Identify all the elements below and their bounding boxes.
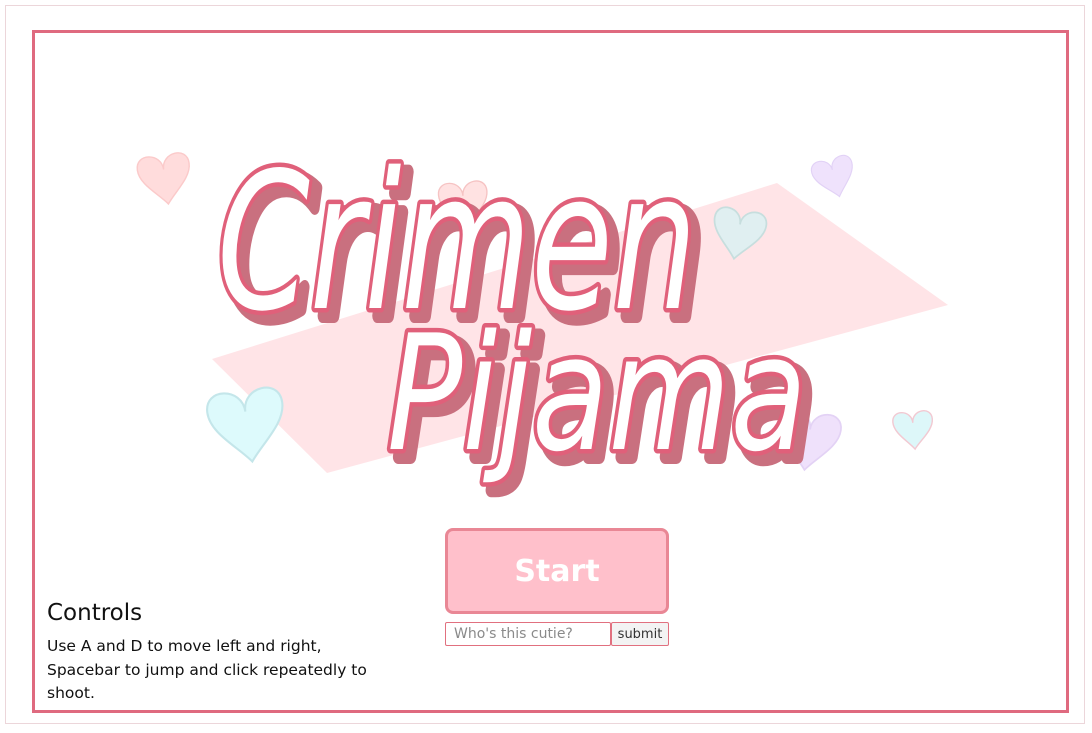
player-name-input[interactable] bbox=[445, 622, 611, 646]
game-container: Crimen Pijama Crimen Pijama Start submit… bbox=[5, 5, 1085, 724]
controls-description: Use A and D to move left and right, Spac… bbox=[47, 637, 367, 702]
heart-icon bbox=[891, 409, 936, 452]
heart-icon bbox=[203, 384, 291, 468]
heart-icon bbox=[808, 152, 861, 203]
heart-icon bbox=[135, 150, 196, 209]
start-button[interactable]: Start bbox=[445, 528, 669, 614]
game-title-line2: Pijama bbox=[387, 300, 807, 487]
controls-heading: Controls bbox=[47, 600, 143, 626]
game-canvas[interactable]: Crimen Pijama Crimen Pijama Start submit… bbox=[32, 30, 1069, 713]
submit-button[interactable]: submit bbox=[611, 622, 669, 646]
